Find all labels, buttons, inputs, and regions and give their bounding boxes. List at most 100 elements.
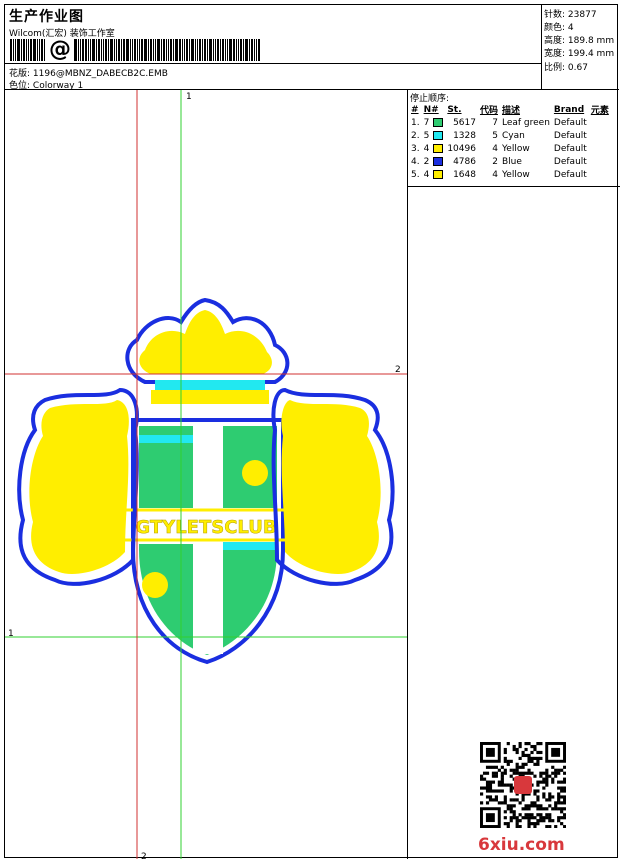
color-swatch [433,156,444,166]
row-code: 4 [492,169,498,180]
stat-colors: 颜色: 4 [544,23,574,33]
row-element [589,116,611,129]
barcode-bar [123,39,125,61]
qr-module [509,807,513,811]
qr-module [533,816,537,820]
stat-stitches: 针数: 23877 [544,10,597,20]
barcode-bar [74,39,77,61]
qr-module [509,798,513,802]
qr-module [494,774,498,778]
qr-module [530,756,534,760]
qr-module [536,807,540,811]
qr-module [503,822,507,826]
qr-module [536,780,540,784]
qr-module [515,819,519,823]
row-description: Leaf green [501,117,550,128]
guide-label-h1: 1 [8,629,14,639]
qr-module [500,771,504,775]
qr-module [533,762,537,766]
qr-module [539,774,543,778]
row-element [589,142,611,155]
barcode-bar [33,39,36,61]
barcode-bar [191,39,194,61]
qr-module [542,795,546,799]
qr-module [488,798,493,802]
barcode-bar [195,39,196,61]
barcode-bar [41,39,43,61]
qr-module [527,759,531,763]
row-element [589,155,611,168]
qr-module [545,807,549,811]
barcode-bar [148,39,149,61]
barcode-bar [166,39,167,61]
qr-module [524,816,528,820]
qr-module [494,765,498,769]
qr-module [512,771,516,775]
qr-module [542,816,546,820]
qr-module [512,798,516,802]
qr-module [515,762,519,766]
qr-module [551,771,555,775]
barcode-bar [103,39,104,61]
qr-module [551,819,555,823]
barcode-bar [114,39,115,61]
barcode-bar [110,39,113,61]
qr-module [533,801,537,805]
qr-module [551,795,555,799]
col-index: # [411,104,419,115]
barcode-bar [88,39,89,61]
qr-module [536,795,540,799]
barcode-bar [179,39,181,61]
col-brand: Brand [553,104,585,115]
qr-module [491,780,496,784]
qr-module [488,795,493,799]
qr-module [518,801,522,805]
row-brand: Default [553,169,587,180]
row-swatch [431,155,445,168]
qr-module [518,744,522,749]
design-canvas[interactable]: GTYLETSCLUB 1 2 1 2 [5,89,407,859]
barcode-bar [23,39,25,61]
qr-module [530,801,534,805]
barcode-bar [170,39,172,61]
qr-module [536,742,540,746]
qr-module [521,807,525,811]
qr-module [509,768,513,772]
qr-module [542,777,546,781]
barcode-bar [26,39,27,61]
qr-module [506,807,510,811]
barcode-bar [189,39,190,61]
qr-module [488,765,493,769]
qr-module [539,819,543,823]
qr-module [518,813,522,817]
row-swatch [431,116,445,129]
qr-module [518,765,522,769]
qr-module [539,780,543,784]
qr-module [480,774,484,778]
qr-module [545,774,549,778]
qr-module [560,795,564,799]
qr-module [542,786,546,790]
barcode-bar [155,39,156,61]
qr-module [551,807,555,811]
embroidery-preview: GTYLETSCLUB [5,90,407,859]
qr-module [488,783,493,787]
barcode-bar [78,39,79,61]
qr-module [509,789,513,793]
row-brand: Default [553,130,587,141]
qr-module [527,753,531,758]
table-row: 1. 7 5617 7 Leaf green Default [409,116,611,129]
qr-module [530,813,534,817]
qr-code[interactable] [480,742,566,828]
row-stitches: 10496 [447,143,476,154]
qr-module [533,774,537,778]
qr-module [488,786,493,790]
qr-module [500,780,504,784]
qr-module [548,804,552,808]
qr-module [521,753,525,758]
row-stitches: 1328 [453,130,476,141]
row-swatch [431,168,445,181]
qr-module [512,747,516,752]
qr-module [542,792,546,796]
barcode-bar [213,39,214,61]
